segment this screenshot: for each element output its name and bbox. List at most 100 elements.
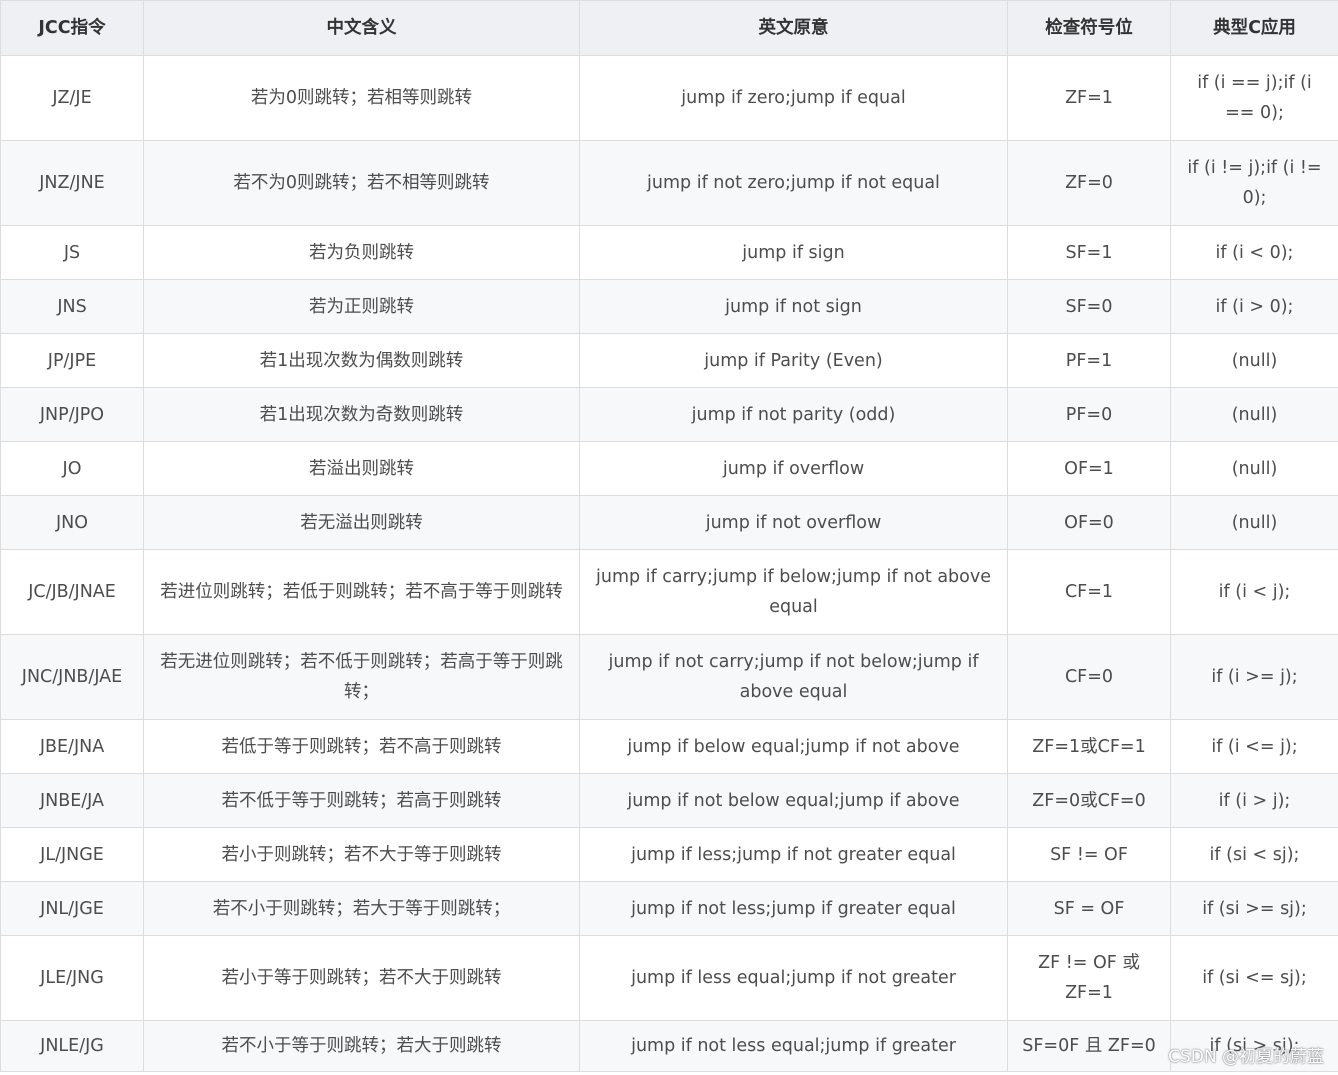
jcc-instruction-table: JCC指令 中文含义 英文原意 检查符号位 典型C应用 JZ/JE 若为0则跳转… — [0, 0, 1338, 1072]
cell-chinese-meaning: 若无进位则跳转；若不低于则跳转；若高于等于则跳转； — [143, 634, 580, 720]
cell-english-meaning: jump if zero;jump if equal — [579, 55, 1008, 141]
cell-chinese-meaning: 若低于等于则跳转；若不高于则跳转 — [143, 719, 580, 774]
table-row: JNC/JNB/JAE 若无进位则跳转；若不低于则跳转；若高于等于则跳转； ju… — [0, 634, 1338, 720]
cell-flag-check: OF=1 — [1007, 441, 1171, 496]
table-row: JO 若溢出则跳转 jump if overflow OF=1 (null) — [0, 441, 1338, 496]
cell-c-usage: (null) — [1170, 495, 1338, 550]
cell-flag-check: SF=0F 且 ZF=0 — [1007, 1020, 1171, 1072]
cell-c-usage: if (i < j); — [1170, 549, 1338, 635]
cell-flag-check: ZF=0 — [1007, 140, 1171, 226]
cell-instruction: JL/JNGE — [0, 827, 144, 882]
cell-chinese-meaning: 若小于则跳转；若不大于等于则跳转 — [143, 827, 580, 882]
header-jcc-instruction: JCC指令 — [0, 0, 144, 56]
table-row: JS 若为负则跳转 jump if sign SF=1 if (i < 0); — [0, 225, 1338, 280]
cell-chinese-meaning: 若不小于等于则跳转；若大于则跳转 — [143, 1020, 580, 1072]
table-row: JNBE/JA 若不低于等于则跳转；若高于则跳转 jump if not bel… — [0, 773, 1338, 828]
cell-instruction: JNL/JGE — [0, 881, 144, 936]
cell-c-usage: (null) — [1170, 333, 1338, 388]
cell-instruction: JNS — [0, 279, 144, 334]
cell-instruction: JZ/JE — [0, 55, 144, 141]
cell-english-meaning: jump if less equal;jump if not greater — [579, 935, 1008, 1021]
cell-c-usage: if (i != j);if (i != 0); — [1170, 140, 1338, 226]
cell-flag-check: ZF=1或CF=1 — [1007, 719, 1171, 774]
cell-english-meaning: jump if not less;jump if greater equal — [579, 881, 1008, 936]
cell-english-meaning: jump if sign — [579, 225, 1008, 280]
cell-english-meaning: jump if less;jump if not greater equal — [579, 827, 1008, 882]
cell-instruction: JBE/JNA — [0, 719, 144, 774]
cell-chinese-meaning: 若不为0则跳转；若不相等则跳转 — [143, 140, 580, 226]
cell-flag-check: CF=1 — [1007, 549, 1171, 635]
cell-english-meaning: jump if Parity (Even) — [579, 333, 1008, 388]
csdn-watermark: CSDN @初夏的蔚蓝 — [1168, 1047, 1324, 1067]
cell-c-usage: if (i > 0); — [1170, 279, 1338, 334]
table-row: JZ/JE 若为0则跳转；若相等则跳转 jump if zero;jump if… — [0, 55, 1338, 141]
cell-chinese-meaning: 若进位则跳转；若低于则跳转；若不高于等于则跳转 — [143, 549, 580, 635]
table-row: JP/JPE 若1出现次数为偶数则跳转 jump if Parity (Even… — [0, 333, 1338, 388]
cell-chinese-meaning: 若不小于则跳转；若大于等于则跳转； — [143, 881, 580, 936]
table-row: JNL/JGE 若不小于则跳转；若大于等于则跳转； jump if not le… — [0, 881, 1338, 936]
cell-english-meaning: jump if not overflow — [579, 495, 1008, 550]
table-row: JNS 若为正则跳转 jump if not sign SF=0 if (i >… — [0, 279, 1338, 334]
cell-chinese-meaning: 若1出现次数为奇数则跳转 — [143, 387, 580, 442]
cell-english-meaning: jump if not below equal;jump if above — [579, 773, 1008, 828]
cell-chinese-meaning: 若1出现次数为偶数则跳转 — [143, 333, 580, 388]
header-chinese-meaning: 中文含义 — [143, 0, 580, 56]
table-row: JL/JNGE 若小于则跳转；若不大于等于则跳转 jump if less;ju… — [0, 827, 1338, 882]
cell-english-meaning: jump if not less equal;jump if greater — [579, 1020, 1008, 1072]
cell-flag-check: SF=0 — [1007, 279, 1171, 334]
table-header-row: JCC指令 中文含义 英文原意 检查符号位 典型C应用 — [0, 0, 1338, 56]
cell-instruction: JNLE/JG — [0, 1020, 144, 1072]
cell-c-usage: if (i == j);if (i == 0); — [1170, 55, 1338, 141]
cell-c-usage: if (i >= j); — [1170, 634, 1338, 720]
cell-c-usage: (null) — [1170, 441, 1338, 496]
cell-english-meaning: jump if not zero;jump if not equal — [579, 140, 1008, 226]
cell-english-meaning: jump if not sign — [579, 279, 1008, 334]
cell-flag-check: OF=0 — [1007, 495, 1171, 550]
cell-flag-check: PF=0 — [1007, 387, 1171, 442]
header-flag-check: 检查符号位 — [1007, 0, 1171, 56]
cell-chinese-meaning: 若小于等于则跳转；若不大于则跳转 — [143, 935, 580, 1021]
cell-chinese-meaning: 若为正则跳转 — [143, 279, 580, 334]
cell-chinese-meaning: 若不低于等于则跳转；若高于则跳转 — [143, 773, 580, 828]
cell-c-usage: if (i <= j); — [1170, 719, 1338, 774]
cell-english-meaning: jump if not carry;jump if not below;jump… — [579, 634, 1008, 720]
cell-chinese-meaning: 若为负则跳转 — [143, 225, 580, 280]
table-row: JNO 若无溢出则跳转 jump if not overflow OF=0 (n… — [0, 495, 1338, 550]
cell-chinese-meaning: 若为0则跳转；若相等则跳转 — [143, 55, 580, 141]
cell-c-usage: if (si >= sj); — [1170, 881, 1338, 936]
cell-instruction: JLE/JNG — [0, 935, 144, 1021]
cell-flag-check: SF = OF — [1007, 881, 1171, 936]
table-row: JBE/JNA 若低于等于则跳转；若不高于则跳转 jump if below e… — [0, 719, 1338, 774]
table-row: JNLE/JG 若不小于等于则跳转；若大于则跳转 jump if not les… — [0, 1020, 1338, 1072]
table-row: JLE/JNG 若小于等于则跳转；若不大于则跳转 jump if less eq… — [0, 935, 1338, 1021]
cell-instruction: JP/JPE — [0, 333, 144, 388]
cell-chinese-meaning: 若溢出则跳转 — [143, 441, 580, 496]
cell-c-usage: (null) — [1170, 387, 1338, 442]
cell-chinese-meaning: 若无溢出则跳转 — [143, 495, 580, 550]
table-row: JC/JB/JNAE 若进位则跳转；若低于则跳转；若不高于等于则跳转 jump … — [0, 549, 1338, 635]
cell-instruction: JNO — [0, 495, 144, 550]
cell-flag-check: ZF != OF 或 ZF=1 — [1007, 935, 1171, 1021]
table-row: JNZ/JNE 若不为0则跳转；若不相等则跳转 jump if not zero… — [0, 140, 1338, 226]
cell-instruction: JS — [0, 225, 144, 280]
cell-flag-check: ZF=0或CF=0 — [1007, 773, 1171, 828]
cell-instruction: JNP/JPO — [0, 387, 144, 442]
cell-instruction: JO — [0, 441, 144, 496]
cell-instruction: JC/JB/JNAE — [0, 549, 144, 635]
cell-english-meaning: jump if carry;jump if below;jump if not … — [579, 549, 1008, 635]
cell-english-meaning: jump if below equal;jump if not above — [579, 719, 1008, 774]
cell-flag-check: PF=1 — [1007, 333, 1171, 388]
table-row: JNP/JPO 若1出现次数为奇数则跳转 jump if not parity … — [0, 387, 1338, 442]
cell-c-usage: if (i > j); — [1170, 773, 1338, 828]
cell-flag-check: CF=0 — [1007, 634, 1171, 720]
cell-flag-check: ZF=1 — [1007, 55, 1171, 141]
cell-instruction: JNC/JNB/JAE — [0, 634, 144, 720]
cell-instruction: JNBE/JA — [0, 773, 144, 828]
cell-flag-check: SF=1 — [1007, 225, 1171, 280]
cell-flag-check: SF != OF — [1007, 827, 1171, 882]
cell-english-meaning: jump if overflow — [579, 441, 1008, 496]
cell-english-meaning: jump if not parity (odd) — [579, 387, 1008, 442]
header-typical-c-usage: 典型C应用 — [1170, 0, 1338, 56]
cell-instruction: JNZ/JNE — [0, 140, 144, 226]
cell-c-usage: if (si <= sj); — [1170, 935, 1338, 1021]
